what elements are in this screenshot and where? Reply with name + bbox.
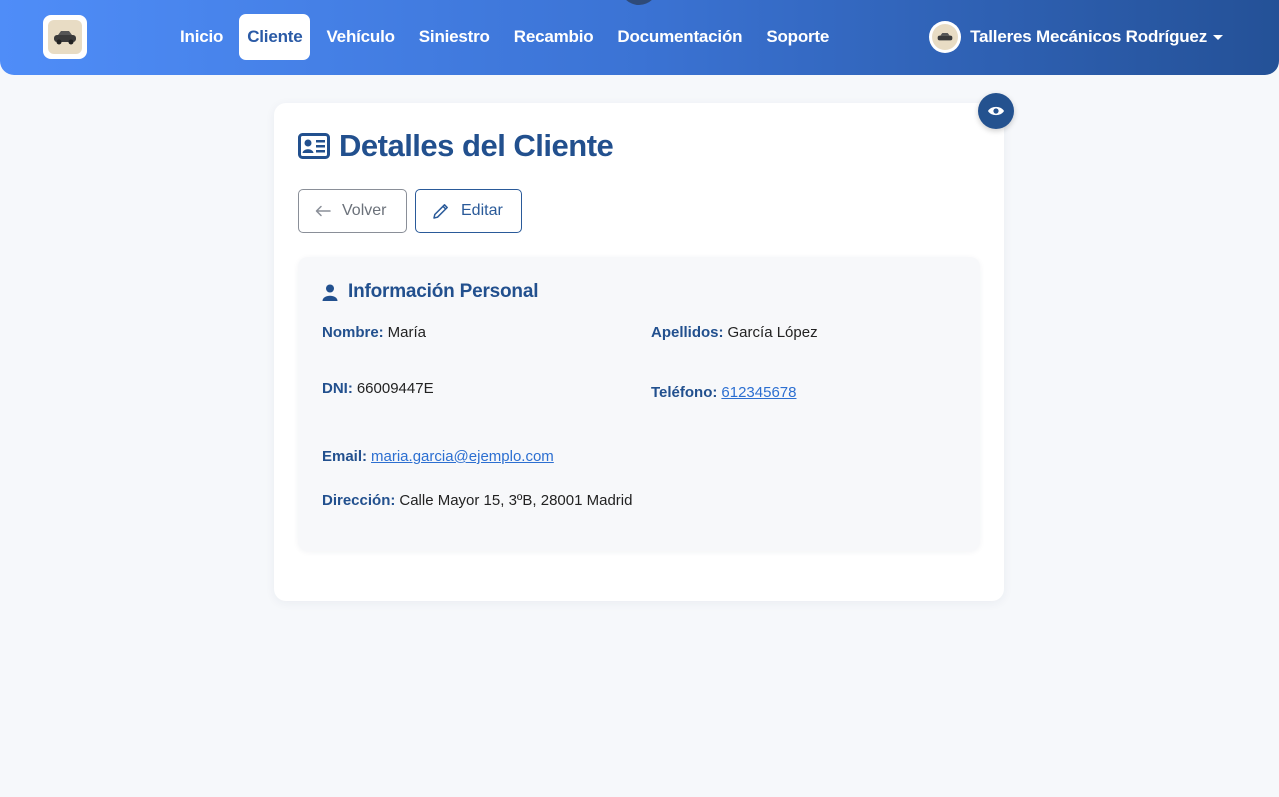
section-title: Información Personal	[322, 281, 538, 303]
id-card-icon	[298, 133, 330, 159]
field-telefono: Teléfono: 612345678	[651, 384, 796, 401]
direccion-value: Calle Mayor 15, 3ºB, 28001 Madrid	[399, 492, 633, 509]
nav-inicio[interactable]: Inicio	[172, 14, 231, 60]
nav-siniestro[interactable]: Siniestro	[411, 14, 498, 60]
brand-logo[interactable]	[43, 15, 87, 59]
nav-documentacion[interactable]: Documentación	[609, 14, 750, 60]
apellidos-label: Apellidos:	[651, 324, 724, 341]
user-logo-icon	[932, 24, 959, 50]
nombre-label: Nombre:	[322, 324, 384, 341]
arrow-left-icon	[315, 205, 331, 217]
telefono-link[interactable]: 612345678	[721, 384, 796, 401]
back-button[interactable]: Volver	[298, 189, 407, 233]
direccion-label: Dirección:	[322, 492, 396, 509]
page-title: Detalles del Cliente	[298, 128, 614, 164]
field-apellidos: Apellidos: García López	[651, 324, 818, 341]
back-button-label: Volver	[342, 202, 387, 219]
pencil-icon	[432, 202, 450, 220]
user-name: Talleres Mecánicos Rodríguez	[970, 27, 1207, 46]
field-dni: DNI: 66009447E	[322, 380, 434, 397]
page-title-text: Detalles del Cliente	[339, 128, 614, 163]
top-navbar: Inicio Cliente Vehículo Siniestro Recamb…	[0, 0, 1279, 75]
section-title-text: Información Personal	[348, 281, 539, 302]
edit-button[interactable]: Editar	[415, 189, 522, 233]
nav-recambio[interactable]: Recambio	[506, 14, 602, 60]
nav-cliente[interactable]: Cliente	[239, 14, 311, 60]
telefono-label: Teléfono:	[651, 384, 718, 401]
caret-down-icon	[1213, 34, 1223, 40]
client-details-card: Detalles del Cliente Volver Editar Infor…	[274, 103, 1004, 601]
edit-button-label: Editar	[461, 202, 503, 219]
nav-soporte[interactable]: Soporte	[758, 14, 837, 60]
avatar	[929, 21, 962, 53]
main-nav: Inicio Cliente Vehículo Siniestro Recamb…	[172, 14, 845, 60]
nav-vehiculo[interactable]: Vehículo	[318, 14, 402, 60]
user-menu-dropdown[interactable]: Talleres Mecánicos Rodríguez	[929, 21, 1223, 53]
field-direccion: Dirección: Calle Mayor 15, 3ºB, 28001 Mad…	[322, 492, 632, 509]
nombre-value: María	[387, 324, 427, 341]
field-email: Email: maria.garcia@ejemplo.com	[322, 448, 554, 465]
field-nombre: Nombre: María	[322, 324, 426, 341]
top-notch-decoration	[620, 0, 658, 5]
dni-label: DNI:	[322, 380, 353, 397]
view-toggle-button[interactable]	[978, 93, 1014, 129]
dni-value: 66009447E	[356, 380, 434, 397]
email-label: Email:	[322, 448, 368, 465]
personal-info-section: Información Personal Nombre: María Apelli…	[298, 257, 980, 551]
eye-icon	[987, 105, 1005, 117]
apellidos-value: García López	[727, 324, 818, 341]
garage-logo-icon	[48, 20, 82, 54]
email-link[interactable]: maria.garcia@ejemplo.com	[371, 448, 554, 465]
user-icon	[322, 284, 338, 301]
